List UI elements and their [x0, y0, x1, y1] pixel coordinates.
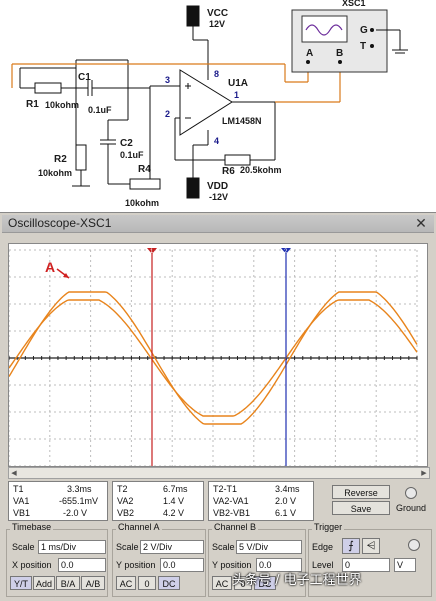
xsc-label: XSC1	[342, 0, 366, 8]
channel-a-zero-button[interactable]: 0	[138, 576, 156, 590]
value-dvb: 6.1 V	[275, 508, 297, 518]
c2-name: C2	[120, 138, 133, 149]
value-va2: 1.4 V	[163, 496, 185, 506]
channel-a-ypos-field[interactable]: 0.0	[160, 558, 204, 572]
trigger-level-unit[interactable]: V	[394, 558, 416, 572]
timebase-xpos-field[interactable]: 0.0	[58, 558, 106, 572]
timebase-scale-label: Scale	[12, 542, 35, 552]
c1-name: C1	[78, 72, 91, 83]
value-dt: 3.4ms	[275, 484, 300, 494]
pin1-label: 1	[234, 90, 239, 100]
window-titlebar[interactable]: Oscilloscope-XSC1 ✕	[2, 215, 434, 233]
label-va2: VA2	[117, 496, 134, 506]
vdd-value: -12V	[209, 192, 228, 202]
pin8-label: 8	[214, 69, 219, 79]
r1-value: 10kohm	[45, 100, 79, 110]
mode-ab-button[interactable]: A/B	[81, 576, 105, 590]
r6-value: 20.5kohm	[240, 165, 282, 175]
label-t2: T2	[117, 484, 128, 494]
timebase-scale-field[interactable]: 1 ms/Div	[38, 540, 106, 554]
label-dt: T2-T1	[213, 484, 238, 494]
save-button[interactable]: Save	[332, 501, 390, 515]
falling-edge-icon[interactable]: ⩤	[362, 538, 380, 554]
label-va1: VA1	[13, 496, 30, 506]
c1-value: 0.1uF	[88, 105, 112, 115]
pin4-label: 4	[214, 136, 219, 146]
xsc-input-g: G	[360, 25, 368, 36]
channel-b-scale-field[interactable]: 5 V/Div	[236, 540, 302, 554]
c2-value: 0.1uF	[120, 150, 144, 160]
vcc-source[interactable]	[186, 5, 200, 27]
channel-b-scale-label: Scale	[212, 542, 235, 552]
mode-add-button[interactable]: Add	[33, 576, 55, 590]
xsc-input-t: T	[360, 41, 366, 52]
label-vb2: VB2	[117, 508, 135, 518]
r4-name: R4	[138, 164, 151, 175]
cursor1-readout: T1 VA1 VB1 3.3ms -655.1mV -2.0 V	[8, 481, 108, 521]
cursor2-readout: T2 VA2 VB2 6.7ms 1.4 V 4.2 V	[112, 481, 204, 521]
channel-b-title: Channel B	[212, 522, 259, 532]
mode-ba-button[interactable]: B/A	[56, 576, 80, 590]
channel-a-ypos-label: Y position	[116, 560, 156, 570]
reverse-button[interactable]: Reverse	[332, 485, 390, 499]
vcc-label: VCC	[207, 8, 228, 19]
value-t1: 3.3ms	[67, 484, 92, 494]
scroll-left-icon[interactable]: ◀	[9, 468, 19, 478]
label-t1: T1	[13, 484, 24, 494]
close-icon[interactable]: ✕	[414, 216, 428, 230]
r1-resistor[interactable]	[34, 82, 62, 94]
channel-a-scale-field[interactable]: 2 V/Div	[140, 540, 204, 554]
delta-readout: T2-T1 VA2-VA1 VB2-VB1 3.4ms 2.0 V 6.1 V	[208, 481, 314, 521]
channel-a-scale-label: Scale	[116, 542, 139, 552]
channel-a-ac-button[interactable]: AC	[116, 576, 136, 590]
ground-terminal-icon[interactable]	[405, 487, 417, 499]
vdd-label: VDD	[207, 181, 228, 192]
oscilloscope-symbol[interactable]	[291, 9, 388, 73]
vdd-source[interactable]	[186, 177, 200, 199]
trigger-title: Trigger	[312, 522, 345, 532]
value-vb1: -2.0 V	[63, 508, 88, 518]
channel-a-title: Channel A	[116, 522, 162, 532]
vcc-value: 12V	[209, 19, 225, 29]
r2-resistor[interactable]	[75, 144, 87, 171]
ground-label: Ground	[396, 503, 427, 513]
watermark: 头条号 / 电子工程世界	[232, 573, 362, 588]
r2-name: R2	[54, 154, 67, 165]
xsc-input-a: A	[306, 48, 313, 59]
pin2-label: 2	[165, 109, 170, 119]
pin3-label: 3	[165, 75, 170, 85]
trigger-ext-terminal-icon[interactable]	[408, 539, 420, 551]
value-vb2: 4.2 V	[163, 508, 185, 518]
r6-resistor[interactable]	[224, 154, 251, 166]
value-t2: 6.7ms	[163, 484, 188, 494]
oscilloscope-window: Oscilloscope-XSC1 ✕ 1 2 A ◀ ▶ T1 VA1 VB1…	[0, 212, 436, 601]
r4-resistor[interactable]	[129, 178, 161, 190]
trigger-edge-label: Edge	[312, 542, 334, 552]
r1-name: R1	[26, 99, 39, 110]
label-dva: VA2-VA1	[213, 496, 249, 506]
window-title: Oscilloscope-XSC1	[8, 216, 112, 230]
svg-text:A: A	[45, 259, 55, 275]
scope-display: 1 2 A	[8, 243, 428, 467]
r6-name: R6	[222, 166, 235, 177]
channel-b-ac-button[interactable]: AC	[212, 576, 232, 590]
opamp-name: U1A	[228, 78, 248, 89]
scroll-right-icon[interactable]: ▶	[419, 468, 429, 478]
label-dvb: VB2-VB1	[213, 508, 251, 518]
rising-edge-icon[interactable]: ⨍	[342, 538, 360, 554]
timebase-title: Timebase	[10, 522, 54, 532]
opamp-part: LM1458N	[222, 116, 262, 126]
time-scrollbar[interactable]: ◀ ▶	[8, 467, 430, 479]
r2-value: 10kohm	[38, 168, 72, 178]
r4-value: 10kohm	[125, 198, 159, 208]
timebase-xpos-label: X position	[12, 560, 52, 570]
mode-yt-button[interactable]: Y/T	[10, 576, 32, 590]
value-dva: 2.0 V	[275, 496, 297, 506]
label-vb1: VB1	[13, 508, 31, 518]
value-va1: -655.1mV	[59, 496, 99, 506]
xsc-input-b: B	[336, 48, 343, 59]
channel-a-dc-button[interactable]: DC	[158, 576, 180, 590]
circuit-schematic: VCC 12V VDD -12V R1 10kohm C1 0.1uF R2 1…	[0, 0, 436, 214]
